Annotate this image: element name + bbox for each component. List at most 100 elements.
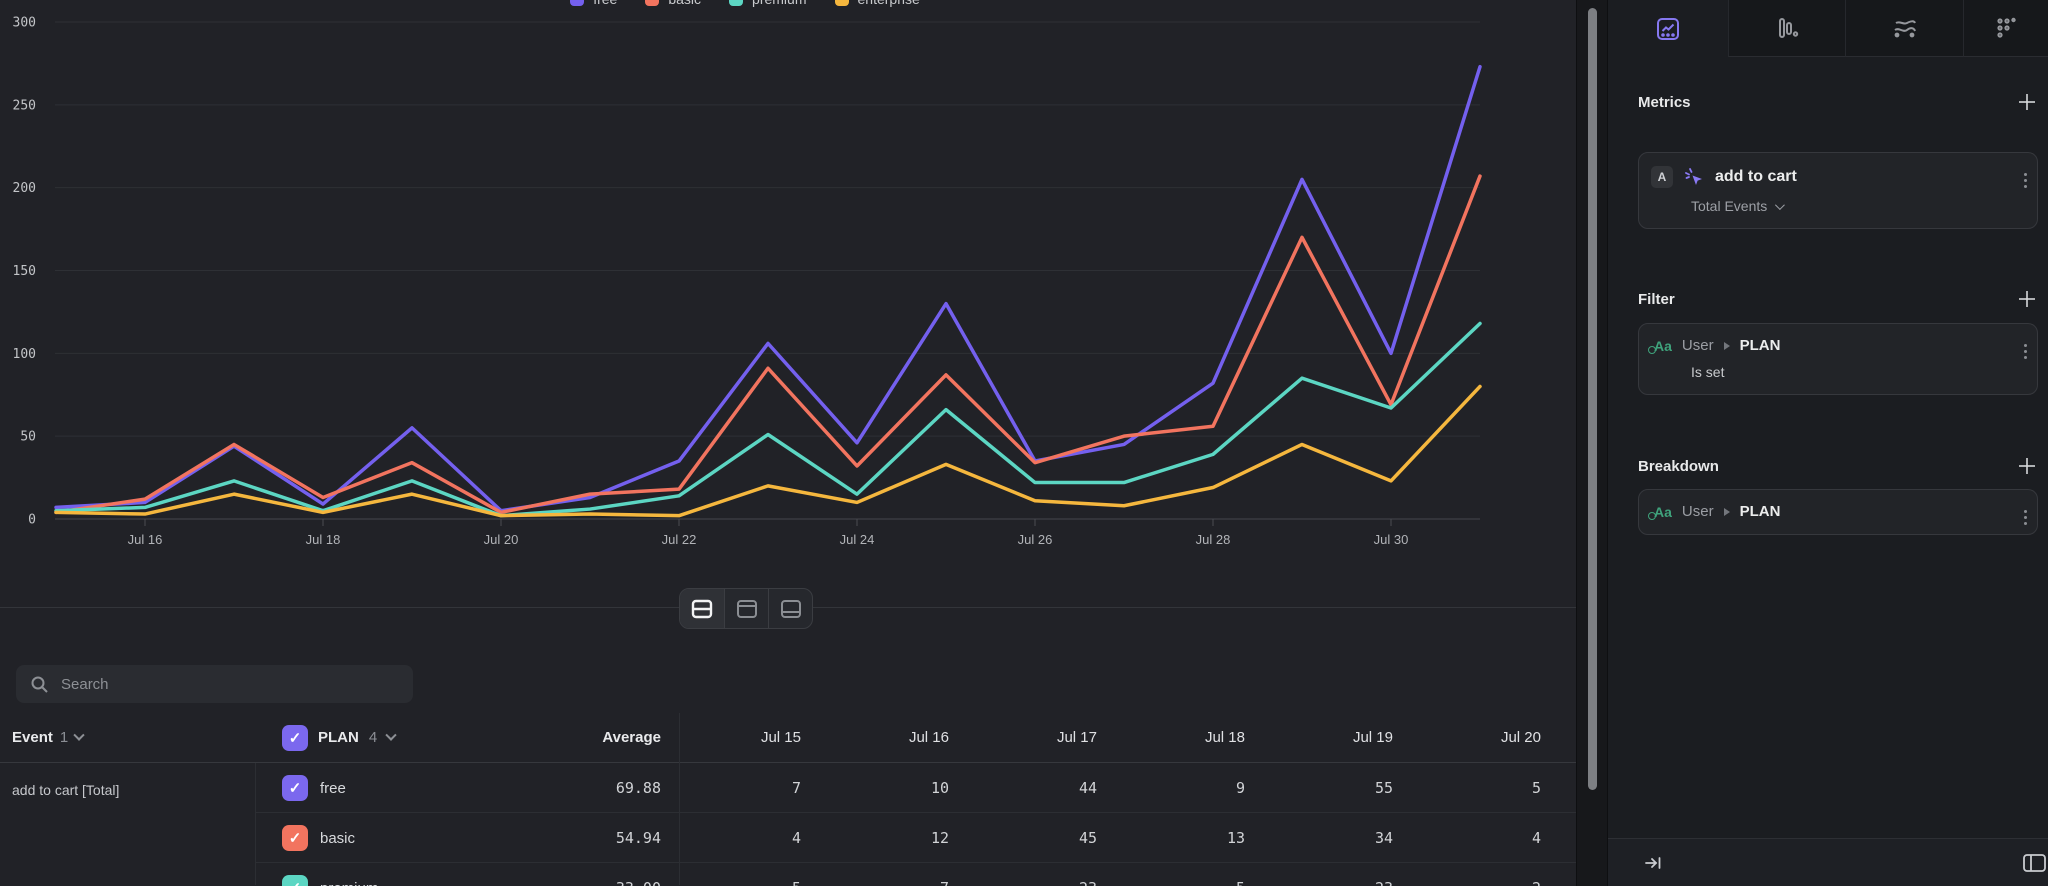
series-checkbox[interactable]: ✓ [282, 875, 308, 886]
split-view-icon [691, 599, 713, 619]
svg-text:150: 150 [13, 264, 36, 279]
breadcrumb-arrow-icon [1724, 342, 1730, 350]
average-value: 69.88 [505, 779, 661, 797]
breakdown-card[interactable]: Aa User PLAN [1638, 489, 2038, 535]
svg-text:100: 100 [13, 347, 36, 362]
svg-text:Jul 22: Jul 22 [662, 532, 697, 547]
legend-swatch [729, 0, 743, 6]
table-row-premium[interactable]: ✓premium33.0057235232 [0, 863, 1576, 886]
insights-line-chart-icon [1655, 16, 1681, 42]
search-icon [30, 675, 49, 694]
table-body: add to cart [Total] ✓free69.88710449555✓… [0, 763, 1576, 885]
svg-text:250: 250 [13, 98, 36, 113]
event-column-header[interactable]: Event 1 [0, 729, 255, 746]
legend-item-free[interactable]: free [570, 0, 617, 7]
collapse-sidebar-icon[interactable] [1644, 854, 1664, 872]
split-view-button[interactable] [680, 589, 724, 628]
svg-text:300: 300 [13, 16, 36, 31]
cell-value: 12 [809, 829, 957, 847]
series-checkbox[interactable]: ✓ [282, 775, 308, 801]
tab-flows[interactable] [1845, 0, 1963, 57]
tab-funnels[interactable] [1728, 0, 1845, 57]
add-filter-button[interactable] [2016, 288, 2038, 310]
scrollbar-gutter [1576, 0, 1608, 886]
chart-focus-view-button[interactable] [724, 589, 768, 628]
svg-text:0: 0 [28, 513, 36, 528]
chevron-down-icon[interactable] [74, 729, 85, 740]
chevron-down-icon[interactable] [386, 729, 397, 740]
filter-card[interactable]: Aa User PLAN Is set [1638, 323, 2038, 395]
table-focus-view-button[interactable] [768, 589, 812, 628]
cell-value: 5 [1401, 779, 1549, 797]
cell-value: 45 [957, 829, 1105, 847]
table-rows: ✓free69.88710449555✓basic54.944124513344… [0, 763, 1576, 886]
svg-text:Jul 24: Jul 24 [840, 532, 875, 547]
filter-property: PLAN [1740, 337, 1781, 354]
metric-measure-dropdown[interactable]: Total Events [1651, 198, 2025, 214]
legend-item-basic[interactable]: basic [645, 0, 701, 7]
metric-options-kebab-icon[interactable] [2024, 173, 2027, 188]
plan-column-header[interactable]: ✓ PLAN 4 [255, 725, 505, 751]
filter-operator-dropdown[interactable]: Is set [1651, 364, 2025, 380]
legend-item-premium[interactable]: premium [729, 0, 806, 7]
legend-label: enterprise [858, 0, 920, 7]
plus-icon [2018, 93, 2036, 111]
metric-event-name: add to cart [1715, 168, 1797, 186]
average-column-header: Average [505, 729, 661, 746]
panel-layout-icon[interactable] [2022, 853, 2046, 873]
text-property-icon: Aa [1651, 338, 1672, 354]
metric-card[interactable]: A add to cart Total Events [1638, 152, 2038, 229]
table-row-free[interactable]: ✓free69.88710449555 [0, 763, 1576, 813]
table-row-basic[interactable]: ✓basic54.944124513344 [0, 813, 1576, 863]
plan-select-all-checkbox[interactable]: ✓ [282, 725, 308, 751]
metric-measure-label: Total Events [1691, 198, 1767, 214]
flows-icon [1891, 15, 1919, 41]
cell-value: 9 [1105, 779, 1253, 797]
filter-title: Filter [1638, 291, 1675, 308]
svg-text:Jul 20: Jul 20 [484, 532, 519, 547]
plan-header-label: PLAN [318, 729, 359, 746]
filter-options-kebab-icon[interactable] [2024, 344, 2027, 359]
date-column-header: Jul 20 [1401, 729, 1549, 746]
average-value: 33.00 [505, 879, 661, 886]
add-metric-button[interactable] [2016, 91, 2038, 113]
legend-label: basic [668, 0, 701, 7]
search-input[interactable] [61, 676, 361, 693]
legend-swatch [835, 0, 849, 6]
chart-legend: free basic premium enterprise [55, 0, 1435, 7]
svg-text:50: 50 [20, 430, 36, 445]
add-breakdown-button[interactable] [2016, 455, 2038, 477]
legend-item-enterprise[interactable]: enterprise [835, 0, 920, 7]
cell-value: 13 [1105, 829, 1253, 847]
date-column-header: Jul 18 [1105, 729, 1253, 746]
breakdown-options-kebab-icon[interactable] [2024, 510, 2027, 525]
legend-swatch [570, 0, 584, 6]
filter-scope: User [1682, 337, 1714, 354]
scrollbar-thumb[interactable] [1588, 8, 1597, 790]
filter-section-header: Filter [1638, 288, 2038, 310]
metrics-title: Metrics [1638, 94, 1691, 111]
tab-insights[interactable] [1608, 0, 1728, 57]
plan-count: 4 [369, 729, 377, 746]
svg-text:Jul 18: Jul 18 [306, 532, 341, 547]
cell-value: 44 [957, 779, 1105, 797]
query-builder-sidebar: Metrics A add to cart [1608, 0, 2048, 886]
date-column-header: Jul 15 [661, 729, 809, 746]
series-checkbox[interactable]: ✓ [282, 825, 308, 851]
plus-icon [2018, 457, 2036, 475]
cell-value: 10 [809, 779, 957, 797]
date-column-header: Jul 19 [1253, 729, 1401, 746]
metric-series-badge: A [1651, 166, 1673, 188]
line-chart[interactable]: 050100150200250300Jul 16Jul 18Jul 20Jul … [0, 0, 1576, 560]
breakdown-property: PLAN [1740, 503, 1781, 520]
cell-value: 23 [1253, 879, 1401, 886]
breakdown-section-header: Breakdown [1638, 455, 2038, 477]
average-value: 54.94 [505, 829, 661, 847]
breakdown-scope: User [1682, 503, 1714, 520]
tab-more-reports[interactable] [1963, 0, 2048, 57]
cell-value: 55 [1253, 779, 1401, 797]
search-box[interactable] [16, 665, 413, 703]
chart-section: freebasicpremiumenterprise 0501001502002… [0, 0, 1576, 608]
cell-value: 7 [809, 879, 957, 886]
series-name: basic [320, 830, 355, 847]
